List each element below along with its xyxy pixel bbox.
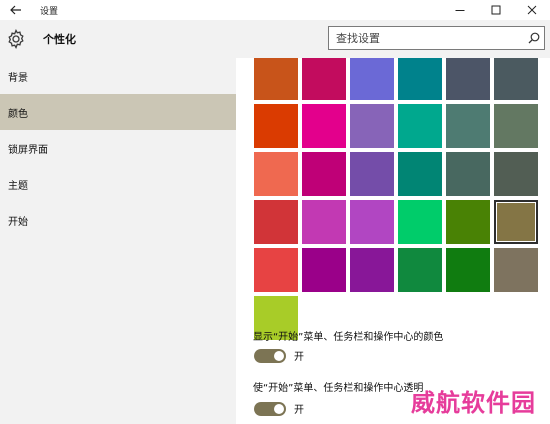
sidebar: 背景 颜色 锁屏界面 主题 开始 [0, 58, 236, 424]
sidebar-item-start[interactable]: 开始 [0, 202, 236, 238]
color-swatch[interactable] [398, 58, 442, 100]
window-title: 设置 [40, 6, 59, 17]
color-swatch[interactable] [302, 104, 346, 148]
color-swatch[interactable] [350, 248, 394, 292]
color-swatch[interactable] [446, 248, 490, 292]
color-swatch[interactable] [254, 152, 298, 196]
minimize-icon [455, 10, 465, 11]
color-swatch[interactable] [446, 200, 490, 244]
color-swatch[interactable] [446, 104, 490, 148]
color-swatch[interactable] [494, 104, 538, 148]
color-swatch[interactable] [398, 200, 442, 244]
show-color-setting-label: 显示“开始”菜单、任务栏和操作中心的颜色 [253, 332, 444, 343]
color-swatch[interactable] [302, 200, 346, 244]
color-swatch[interactable] [350, 58, 394, 100]
sidebar-item-lock-screen[interactable]: 锁屏界面 [0, 130, 236, 166]
sidebar-item-label: 开始 [8, 216, 28, 228]
show-color-toggle[interactable] [254, 348, 286, 363]
gear-icon [8, 29, 24, 49]
color-swatch[interactable] [494, 58, 538, 100]
color-swatch[interactable] [254, 200, 298, 244]
watermark: 威航软件园 [411, 388, 536, 417]
transparency-toggle[interactable] [254, 401, 286, 416]
color-swatch[interactable] [494, 152, 538, 196]
transparency-toggle-row: 开 [254, 401, 304, 416]
color-swatch[interactable] [446, 152, 490, 196]
color-swatch[interactable] [350, 152, 394, 196]
close-icon [527, 5, 537, 15]
toggle-state-text: 开 [294, 352, 304, 363]
color-swatch[interactable] [254, 104, 298, 148]
color-swatch[interactable] [494, 248, 538, 292]
color-swatch[interactable] [398, 104, 442, 148]
title-bar: 设置 [0, 0, 550, 20]
sidebar-item-label: 锁屏界面 [8, 144, 48, 156]
page-title: 个性化 [43, 33, 76, 46]
search-icon [528, 32, 540, 44]
maximize-button[interactable] [478, 0, 514, 20]
toggle-knob [274, 403, 284, 414]
sidebar-item-label: 背景 [8, 72, 28, 84]
color-swatch[interactable] [302, 152, 346, 196]
back-button[interactable] [0, 0, 32, 20]
search-button[interactable] [524, 28, 544, 48]
window-controls [442, 0, 550, 20]
color-swatch[interactable] [398, 152, 442, 196]
transparency-setting-label: 使“开始”菜单、任务栏和操作中心透明 [253, 383, 424, 394]
show-color-toggle-row: 开 [254, 348, 304, 363]
maximize-icon [491, 5, 501, 15]
color-swatch[interactable] [302, 58, 346, 100]
sidebar-item-themes[interactable]: 主题 [0, 166, 236, 202]
back-arrow-icon [10, 5, 21, 15]
sidebar-item-colors[interactable]: 颜色 [0, 94, 236, 130]
color-swatch[interactable] [254, 58, 298, 100]
minimize-button[interactable] [442, 0, 478, 20]
sidebar-item-label: 颜色 [8, 108, 28, 120]
content-pane: 显示“开始”菜单、任务栏和操作中心的颜色 开 使“开始”菜单、任务栏和操作中心透… [236, 58, 550, 424]
toggle-knob [274, 350, 284, 361]
color-swatch[interactable] [398, 248, 442, 292]
color-swatch[interactable] [446, 58, 490, 100]
close-button[interactable] [514, 0, 550, 20]
color-swatch[interactable] [494, 200, 538, 244]
color-swatch[interactable] [350, 200, 394, 244]
color-swatch[interactable] [350, 104, 394, 148]
sidebar-item-background[interactable]: 背景 [0, 58, 236, 94]
toggle-state-text: 开 [294, 405, 304, 416]
search-box[interactable] [328, 26, 545, 50]
sidebar-item-label: 主题 [8, 180, 28, 192]
settings-header: 个性化 [0, 20, 550, 58]
search-input[interactable] [329, 27, 524, 49]
color-swatch[interactable] [254, 248, 298, 292]
color-swatch[interactable] [302, 248, 346, 292]
